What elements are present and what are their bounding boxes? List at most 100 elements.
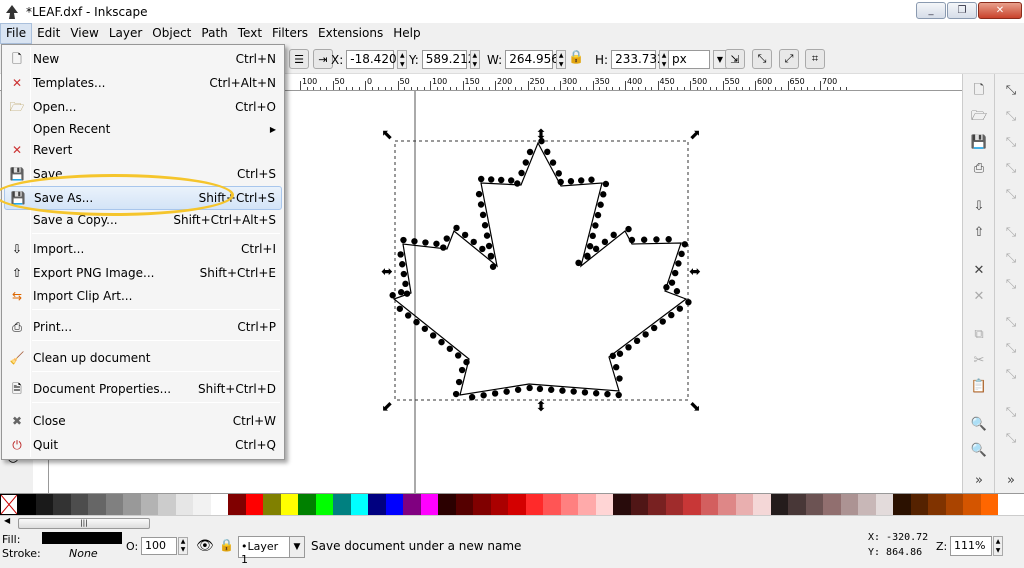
color-swatch[interactable]: [718, 494, 736, 515]
paste-icon[interactable]: 📋: [970, 378, 988, 396]
w-input[interactable]: 264.956: [505, 50, 559, 69]
color-swatch[interactable]: [525, 494, 543, 515]
zoom-drawing-icon[interactable]: 🔍: [970, 442, 988, 460]
snap-bbox-edge-icon[interactable]: ⤡: [1002, 134, 1020, 152]
menu-item-revert[interactable]: ✕ Revert: [4, 139, 282, 161]
menu-item-open[interactable]: 🗁 Open... Ctrl+O: [4, 96, 282, 118]
color-swatch[interactable]: [875, 494, 893, 515]
color-swatch[interactable]: [70, 494, 88, 515]
snap-paths-icon[interactable]: ⤡: [1002, 250, 1020, 268]
lock-icon[interactable]: 🔒: [568, 50, 584, 65]
menu-item-new[interactable]: 🗋 New Ctrl+N: [4, 48, 282, 70]
menu-object[interactable]: Object: [147, 23, 196, 44]
color-swatch[interactable]: [613, 494, 631, 515]
color-swatch[interactable]: [53, 494, 71, 515]
open-folder-icon[interactable]: 🗁: [970, 108, 988, 126]
opacity-input[interactable]: 100: [141, 537, 177, 555]
menu-item-open-recent[interactable]: Open Recent ▶: [4, 118, 282, 140]
more-snap-icon[interactable]: »: [1002, 472, 1020, 490]
color-swatch[interactable]: [595, 494, 613, 515]
fill-swatch[interactable]: [42, 532, 122, 544]
color-swatch[interactable]: [210, 494, 228, 515]
snap-bbox-midpoint-icon[interactable]: ⤡: [1002, 186, 1020, 204]
color-swatch[interactable]: [630, 494, 648, 515]
color-swatch[interactable]: [665, 494, 683, 515]
color-swatch[interactable]: [455, 494, 473, 515]
lower-icon[interactable]: ⇥: [313, 49, 333, 69]
color-swatch[interactable]: [770, 494, 788, 515]
redo-icon[interactable]: ✕: [970, 288, 988, 306]
snap-center-icon[interactable]: ⤡: [1002, 404, 1020, 422]
snap-enable-icon[interactable]: ⤡: [1002, 82, 1020, 100]
save-icon[interactable]: 💾: [970, 134, 988, 152]
color-swatch[interactable]: [910, 494, 928, 515]
copy-icon[interactable]: ⧉: [970, 326, 988, 344]
menu-item-templates[interactable]: ✕ Templates... Ctrl+Alt+N: [4, 72, 282, 94]
menu-item-save-as[interactable]: 💾 Save As... Shift+Ctrl+S: [4, 186, 282, 210]
y-input[interactable]: 589.212: [421, 50, 475, 69]
color-swatch[interactable]: [140, 494, 158, 515]
color-swatch[interactable]: [368, 494, 386, 515]
zoom-input[interactable]: 111%: [950, 536, 992, 556]
color-swatch[interactable]: [263, 494, 281, 515]
scale-stroke-icon[interactable]: ⇲: [725, 49, 745, 69]
transform-gradients-icon[interactable]: ⤢: [779, 49, 799, 69]
snap-nodes-icon[interactable]: ⤡: [1002, 224, 1020, 242]
snap-rotation-icon[interactable]: ⤡: [1002, 430, 1020, 448]
align-icon[interactable]: ☰: [289, 49, 309, 69]
menu-filters[interactable]: Filters: [267, 23, 313, 44]
chevron-down-icon[interactable]: ▼: [289, 536, 305, 558]
menu-item-import-clipart[interactable]: ⇆ Import Clip Art...: [4, 285, 282, 307]
horizontal-scrollbar[interactable]: ◀ |||: [0, 515, 1024, 530]
menu-item-quit[interactable]: ⏻ Quit Ctrl+Q: [4, 434, 282, 456]
color-swatch[interactable]: [858, 494, 876, 515]
unit-select[interactable]: px: [668, 50, 710, 69]
menu-edit[interactable]: Edit: [32, 23, 65, 44]
h-input[interactable]: 233.732: [611, 50, 665, 69]
snap-cusp-icon[interactable]: ⤡: [1002, 314, 1020, 332]
color-swatch[interactable]: [700, 494, 718, 515]
snap-smooth-icon[interactable]: ⤡: [1002, 340, 1020, 358]
menu-item-document-properties[interactable]: 🗎 Document Properties... Shift+Ctrl+D: [4, 378, 282, 400]
snap-bbox-corner-icon[interactable]: ⤡: [1002, 160, 1020, 178]
color-swatch[interactable]: [788, 494, 806, 515]
color-swatch[interactable]: [385, 494, 403, 515]
color-swatch[interactable]: [105, 494, 123, 515]
menu-item-clean-up[interactable]: 🧹 Clean up document: [4, 347, 282, 369]
menu-extensions[interactable]: Extensions: [313, 23, 388, 44]
menu-item-import[interactable]: ⇩ Import... Ctrl+I: [4, 238, 282, 260]
opacity-spinner[interactable]: ▲ ▼: [178, 537, 188, 555]
color-swatch[interactable]: [315, 494, 333, 515]
color-swatch[interactable]: [473, 494, 491, 515]
new-document-icon[interactable]: 🗋: [970, 82, 988, 100]
color-swatch[interactable]: [228, 494, 246, 515]
zoom-spinner[interactable]: ▲ ▼: [993, 536, 1003, 556]
color-swatch[interactable]: [438, 494, 456, 515]
snap-bbox-icon[interactable]: ⤡: [1002, 108, 1020, 126]
scale-corners-icon[interactable]: ⤡: [752, 49, 772, 69]
eye-icon[interactable]: 👁: [196, 538, 214, 554]
color-swatch[interactable]: [88, 494, 106, 515]
scroll-thumb[interactable]: |||: [18, 518, 150, 529]
menu-path[interactable]: Path: [196, 23, 232, 44]
selection-handles[interactable]: ⬉ ⬍ ⬈ ⬌ ⬌ ⬋ ⬍ ⬊: [381, 127, 701, 415]
import-icon[interactable]: ⇩: [970, 198, 988, 216]
more-commands-icon[interactable]: »: [970, 472, 988, 490]
color-swatch[interactable]: [175, 494, 193, 515]
maximize-button[interactable]: ❐: [947, 2, 977, 19]
color-swatch[interactable]: [333, 494, 351, 515]
color-swatch[interactable]: [420, 494, 438, 515]
color-swatch[interactable]: [298, 494, 316, 515]
color-swatch[interactable]: [403, 494, 421, 515]
x-input[interactable]: -18.420: [346, 50, 397, 69]
cut-icon[interactable]: ✂: [970, 352, 988, 370]
color-swatch[interactable]: [560, 494, 578, 515]
color-swatch[interactable]: [753, 494, 771, 515]
color-swatch[interactable]: [193, 494, 211, 515]
color-swatch[interactable]: [945, 494, 963, 515]
no-paint-swatch[interactable]: [0, 494, 18, 515]
color-swatch[interactable]: [963, 494, 981, 515]
color-swatch[interactable]: [893, 494, 911, 515]
snap-midpoint-icon[interactable]: ⤡: [1002, 366, 1020, 384]
snap-intersections-icon[interactable]: ⤡: [1002, 276, 1020, 294]
